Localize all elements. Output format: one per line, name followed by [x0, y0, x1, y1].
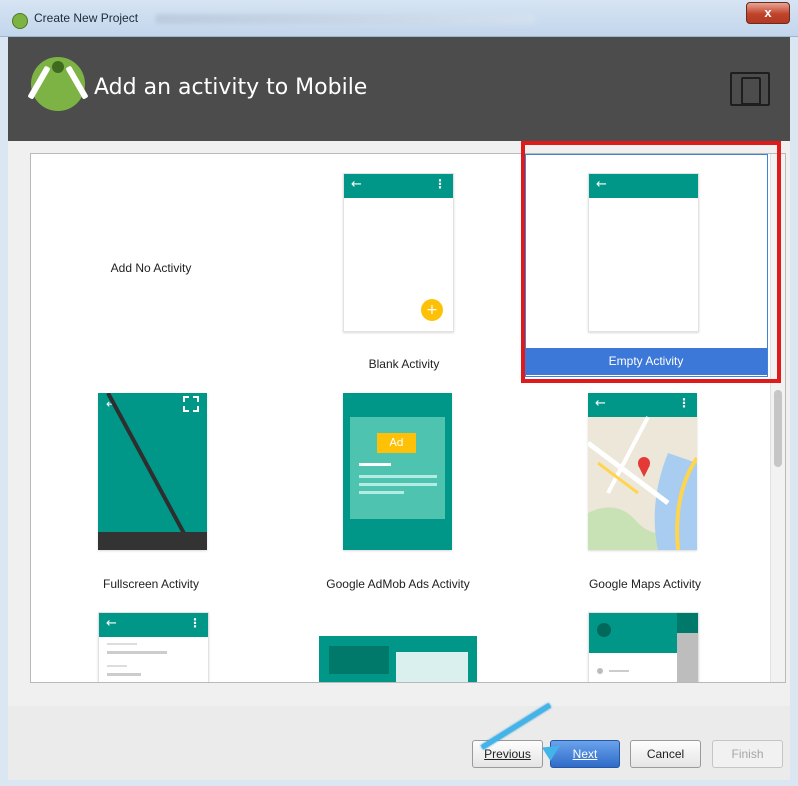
list-preview: ← ⋮ — [98, 612, 209, 682]
tile-fullscreen-activity[interactable]: ← Fullscreen Activity — [31, 384, 271, 604]
previous-label: Previous — [484, 747, 531, 761]
tile-row3-left[interactable]: ← ⋮ — [31, 604, 271, 682]
close-button[interactable]: x — [746, 2, 790, 24]
annotation-highlight-box — [521, 141, 781, 383]
android-studio-icon — [27, 57, 89, 111]
tablet-preview — [319, 636, 477, 682]
tile-label: Google Maps Activity — [588, 577, 702, 591]
fullscreen-preview: ← — [98, 393, 207, 550]
diagonal-line-graphic — [106, 393, 195, 550]
maps-preview: ← ⋮ — [588, 393, 697, 550]
navigation-bar — [98, 532, 207, 550]
tile-blank-activity[interactable]: ← ⋮ + Blank Activity — [284, 154, 524, 384]
tile-label: Google AdMob Ads Activity — [326, 577, 470, 591]
overflow-menu-icon: ⋮ — [434, 177, 446, 191]
header-banner: Add an activity to Mobile — [8, 37, 790, 141]
tile-label: Add No Activity — [110, 261, 192, 275]
title-bar: Create New Project x — [0, 0, 798, 37]
window-title: Create New Project — [34, 11, 139, 25]
tile-admob-activity[interactable]: Ad Google AdMob Ads Activity — [278, 384, 518, 604]
map-graphic — [588, 416, 697, 550]
blurred-title-region — [155, 14, 535, 24]
fab-plus-icon: + — [421, 299, 443, 321]
tile-maps-activity[interactable]: ← ⋮ Google Maps Activity — [525, 384, 765, 604]
overflow-menu-icon: ⋮ — [189, 616, 201, 630]
tile-row3-middle[interactable] — [278, 604, 518, 682]
page-title: Add an activity to Mobile — [94, 75, 368, 100]
back-arrow-icon: ← — [351, 177, 362, 192]
profile-preview — [588, 612, 699, 682]
admob-preview: Ad — [343, 393, 452, 550]
next-label: Next — [572, 747, 598, 761]
tile-label: Blank Activity — [368, 357, 440, 371]
phone-tablet-icon — [730, 72, 770, 106]
tile-row3-right[interactable] — [525, 604, 765, 682]
scrollbar-thumb[interactable] — [774, 390, 782, 467]
android-studio-small-icon — [12, 13, 28, 29]
tile-add-no-activity[interactable]: Add No Activity — [31, 154, 271, 384]
tile-label: Fullscreen Activity — [102, 577, 200, 591]
dialog-window: Create New Project x Add an activity to … — [0, 0, 798, 786]
finish-button[interactable]: Finish — [712, 740, 783, 768]
back-arrow-icon: ← — [106, 616, 117, 631]
blank-activity-preview: ← ⋮ + — [343, 173, 454, 332]
cancel-button[interactable]: Cancel — [630, 740, 701, 768]
ad-badge: Ad — [377, 433, 416, 453]
